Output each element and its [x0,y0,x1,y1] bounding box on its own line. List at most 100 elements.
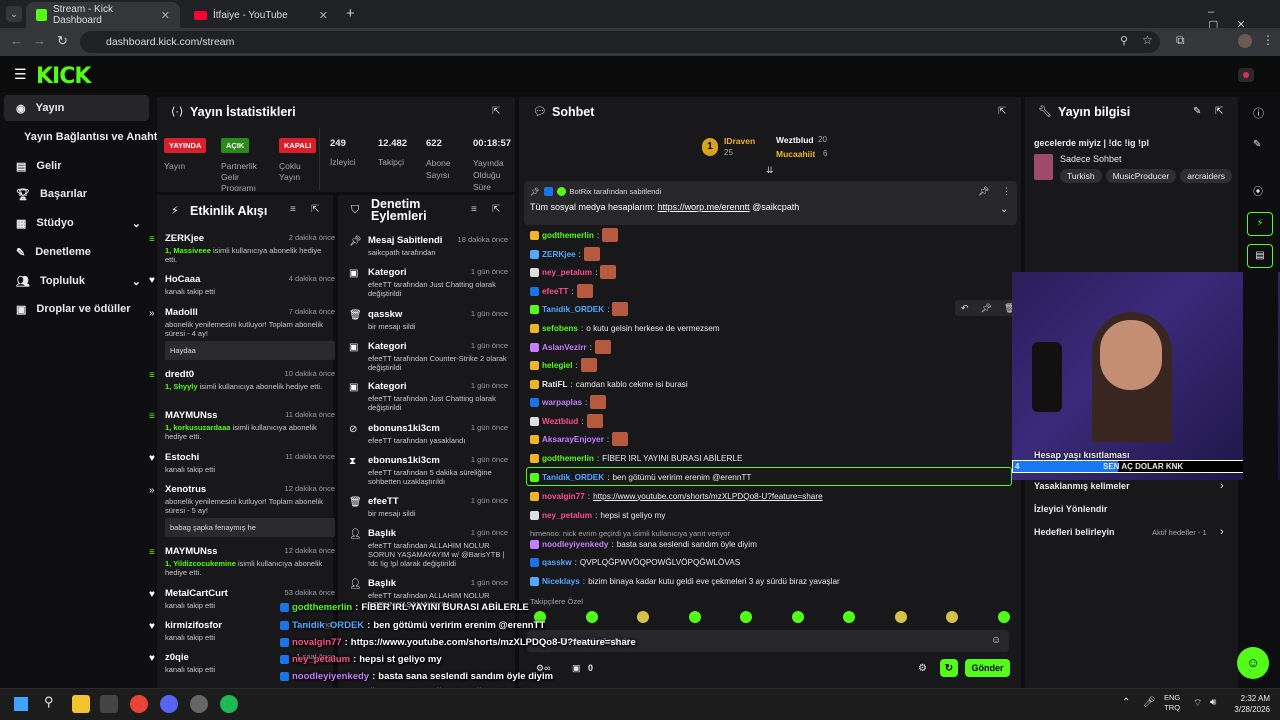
help-chat-button[interactable]: ☺ [1237,647,1269,679]
forward-icon[interactable]: → [33,33,46,48]
more-icon[interactable]: ⋮ [1002,186,1011,197]
popout-icon[interactable]: ⇱ [492,106,500,117]
popout-icon[interactable]: ⇱ [492,204,500,215]
sidebar-item-denetleme[interactable]: ✎ Denetleme [4,239,149,265]
emote-icon[interactable] [894,611,907,623]
file-explorer-icon[interactable] [72,695,90,713]
raid-item[interactable]: İzleyici Yönlendir [1034,504,1107,514]
network-icon[interactable]: ⌔ [1193,697,1202,710]
extensions-icon[interactable]: ⧉ [1176,33,1185,48]
menu-dots-icon[interactable]: ⋮ [1262,33,1274,47]
chat-username[interactable]: ney_petalum [542,268,592,277]
gift-icon[interactable]: ▣ [572,663,581,674]
emote-icon[interactable] [585,611,598,623]
profile-avatar[interactable] [1238,34,1252,48]
emoji-icon[interactable]: ☺ [991,635,1001,646]
tag[interactable]: arcraiders [1180,169,1233,183]
chat-username[interactable]: ZERKjee [542,250,576,259]
reply-icon[interactable]: ↶ [961,303,969,314]
chrome-icon[interactable] [130,695,148,713]
popout-icon[interactable]: ⇱ [1215,106,1223,117]
sidebar-item-studyo[interactable]: ▦ Stüdyo ⌄ [4,210,149,236]
chat-username[interactable]: Weztblud [542,417,578,426]
sidebar-item-gelir[interactable]: ▤ Gelir [4,153,149,179]
category-name[interactable]: Sadece Sohbet [1060,154,1122,164]
sidebar-item-stream-key[interactable]: Yayın Bağlantısı ve Anahtarı [4,124,171,150]
chat-username[interactable]: Niceklays [542,577,580,586]
search-icon[interactable]: ⚲ [44,694,54,710]
sidebar-item-droplar[interactable]: ▣ Droplar ve ödüller [4,296,149,322]
tab-search-icon[interactable]: ⌄ [6,6,22,22]
chevron-right-icon[interactable]: › [1220,526,1224,538]
obs-icon[interactable] [190,695,208,713]
chat-username[interactable]: AslanVezirr [542,343,587,352]
record-icon[interactable]: ⦿ [1253,183,1263,198]
emote-icon[interactable] [946,611,958,623]
top-gifter-1[interactable]: IDraven [724,136,755,146]
goals-item[interactable]: Hedefleri belirleyin [1034,527,1115,537]
banned-words-item[interactable]: Yasaklanmış kelimeler [1034,481,1130,491]
popout-icon[interactable]: ⇱ [998,106,1006,117]
chat-username[interactable]: AksarayEnjoyer [542,435,604,444]
tag[interactable]: MusicProducer [1105,169,1177,183]
quick-actions-icon[interactable]: ⚡︎ [1247,212,1273,236]
account-age-item[interactable]: Hesap yaşı kısıtlaması [1034,450,1130,460]
filter-icon[interactable]: ≡ [290,204,296,215]
chat-username[interactable]: qasskw [542,558,572,567]
tab-kick[interactable]: Stream - Kick Dashboard ✕ [26,2,180,28]
emote-icon[interactable] [997,611,1010,623]
chat-username[interactable]: sefobens [542,324,578,333]
windows-start-icon[interactable] [14,697,28,711]
chat-username[interactable]: Tanidik_ORDEK [542,305,604,314]
notification-icon[interactable] [1238,68,1254,82]
close-icon[interactable]: ✕ [319,9,328,22]
notes-icon[interactable]: ▤ [1247,244,1273,268]
store-icon[interactable] [100,695,118,713]
zoom-icon[interactable]: ⚲ [1120,34,1128,47]
emote-icon[interactable] [740,611,752,623]
volume-icon[interactable]: 🔊︎ [1210,697,1216,708]
info-icon[interactable]: ⓘ [1253,105,1264,121]
chat-username[interactable]: novalgin77 [542,492,585,501]
microphone-icon[interactable]: 🎤︎ [1143,697,1156,708]
url-field[interactable]: dashboard.kick.com/stream [80,31,1160,53]
reload-icon[interactable]: ↻ [57,33,68,49]
chat-username[interactable]: helegiel [542,361,573,370]
language-indicator[interactable]: ENG TRQ [1164,693,1180,713]
bookmark-star-icon[interactable]: ☆ [1142,33,1153,47]
chat-username[interactable]: godthemerlin [542,231,594,240]
sidebar-item-yayin[interactable]: ◉ Yayın [4,95,149,121]
close-icon[interactable]: ✕ [161,9,170,22]
tab-youtube[interactable]: İtfaiye - YouTube ✕ [184,2,338,28]
pin-icon[interactable]: 📌︎ [981,303,992,314]
back-icon[interactable]: ← [10,33,23,48]
sidebar-item-topluluk[interactable]: 👥︎ Topluluk ⌄ [4,268,149,294]
spotify-icon[interactable] [220,695,238,713]
edit-icon[interactable]: ✎ [1253,139,1261,150]
kick-logo[interactable]: KICK [36,64,91,89]
top-gifter-2[interactable]: Weztblud [776,135,814,145]
filter-icon[interactable]: ≡ [471,204,477,215]
tray-chevron-icon[interactable]: ⌃ [1122,697,1130,708]
new-tab-icon[interactable]: + [346,5,355,22]
edit-icon[interactable]: ✎ [1193,106,1201,117]
chat-text[interactable]: https://www.youtube.com/shorts/mzXLPDQo8… [593,492,823,501]
chat-username[interactable]: RatiFL [542,380,567,389]
emote-icon[interactable] [637,611,649,623]
chevron-right-icon[interactable]: › [1220,480,1224,492]
sidebar-item-basarilar[interactable]: 🏆︎ Başarılar [4,181,149,207]
pinned-link[interactable]: https://worp.me/erenntt [658,202,750,212]
unpin-icon[interactable]: 📌︎ [978,186,989,197]
chat-username[interactable]: warpaplas [542,398,582,407]
emote-icon[interactable] [843,611,855,623]
clock[interactable]: 2:32 AM 3/28/2026 [1228,693,1270,715]
chat-username[interactable]: efeeTT [542,287,568,296]
message-actions[interactable]: ↶ 📌︎ 🗑︎ [955,300,1015,316]
chat-username[interactable]: noodleyiyenkedy [542,540,608,549]
send-button[interactable]: Gönder [965,659,1010,677]
emote-icon[interactable] [688,611,701,623]
chat-username[interactable]: godthemerlin [542,454,594,463]
emote-icon[interactable] [791,611,804,623]
hamburger-icon[interactable]: ☰ [14,66,27,83]
tag[interactable]: Turkish [1060,169,1102,183]
